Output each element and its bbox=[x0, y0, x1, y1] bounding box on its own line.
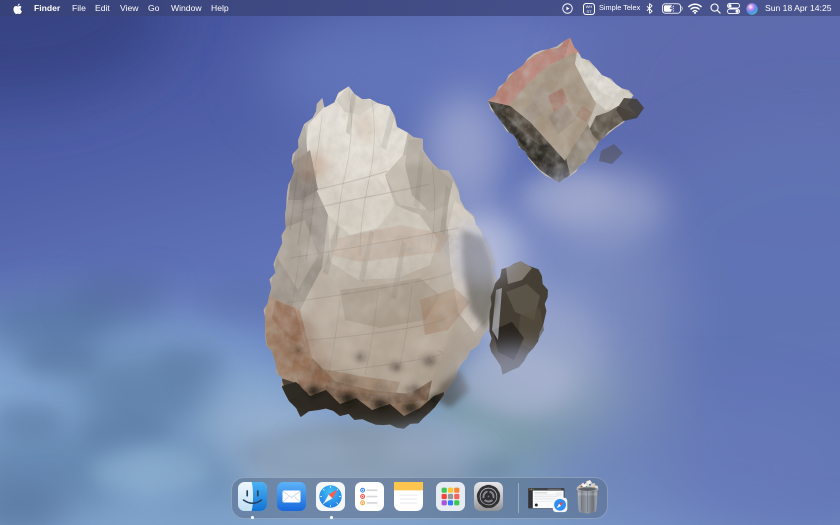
svg-text:ST: ST bbox=[586, 8, 592, 13]
